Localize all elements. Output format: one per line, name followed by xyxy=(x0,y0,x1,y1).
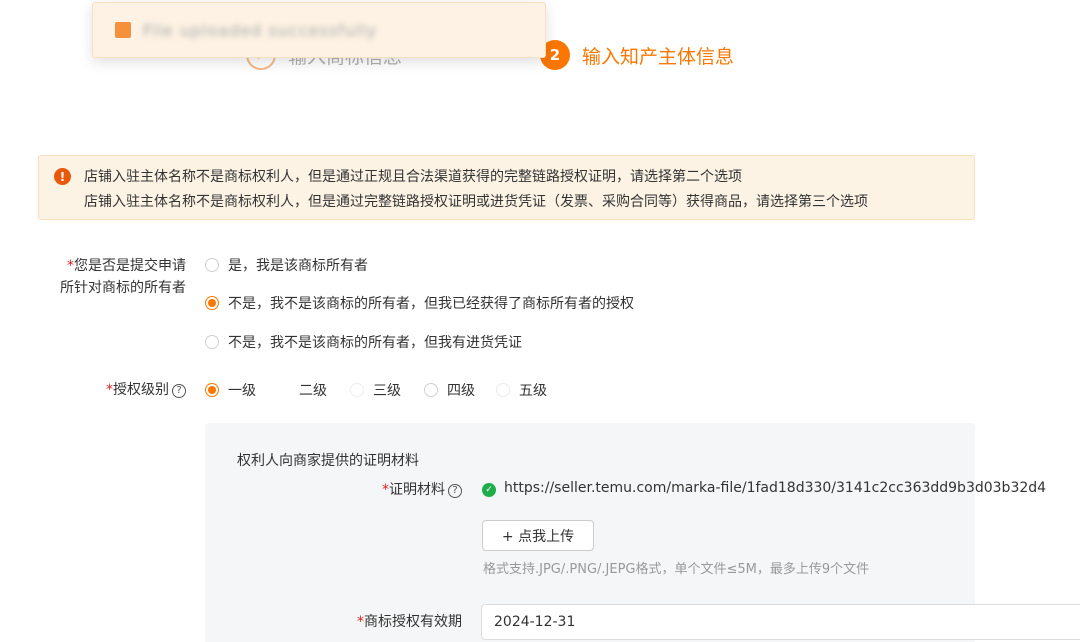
page: ✓ 输入商标信息 2 输入知产主体信息 File uploaded succes… xyxy=(0,0,1080,642)
validity-label: *商标授权有效期 xyxy=(330,611,462,633)
radio-label: 五级 xyxy=(519,383,547,399)
radio-label: 三级 xyxy=(373,383,401,399)
owner-question-line-2: 所针对商标的所有者 xyxy=(60,280,186,296)
radio-level-2[interactable]: 二级 xyxy=(276,380,327,400)
validity-label-text: 商标授权有效期 xyxy=(364,614,462,630)
proof-label-text: 证明材料 xyxy=(389,482,445,498)
proof-panel-title: 权利人向商家提供的证明材料 xyxy=(237,453,419,469)
auth-level-text: 授权级别 xyxy=(113,382,169,398)
toast-icon xyxy=(115,22,131,38)
radio-level-1[interactable]: 一级 xyxy=(205,380,256,400)
radio-label: 是，我是该商标所有者 xyxy=(228,258,368,274)
help-icon[interactable]: ? xyxy=(448,484,462,498)
step-2[interactable]: 2 输入知产主体信息 xyxy=(540,40,734,70)
radio-level-4[interactable]: 四级 xyxy=(424,380,475,400)
owner-question-label: *您是否是提交申请 所针对商标的所有者 xyxy=(46,255,186,299)
radio-dot xyxy=(276,383,290,397)
auth-level-label: *授权级别? xyxy=(94,379,186,401)
radio-label: 不是，我不是该商标的所有者，但我有进货凭证 xyxy=(228,335,522,351)
upload-hint: 格式支持.JPG/.PNG/.JEPG格式，单个文件≤5M，最多上传9个文件 xyxy=(483,562,870,577)
required-mark: * xyxy=(382,482,389,498)
radio-dot xyxy=(424,383,438,397)
radio-label: 二级 xyxy=(299,383,327,399)
radio-dot xyxy=(205,335,219,349)
step-2-label: 输入知产主体信息 xyxy=(582,45,735,68)
alert-line-2: 店铺入驻主体名称不是商标权利人，但是通过完整链路授权证明或进货凭证（发票、采购合… xyxy=(84,194,868,210)
help-icon[interactable]: ? xyxy=(172,384,186,398)
radio-level-5[interactable]: 五级 xyxy=(496,380,547,400)
radio-owner-authorized[interactable]: 不是，我不是该商标的所有者，但我已经获得了商标所有者的授权 xyxy=(205,293,634,313)
warning-alert: ! 店铺入驻主体名称不是商标权利人，但是通过正规且合法渠道获得的完整链路授权证明… xyxy=(38,155,975,220)
radio-dot xyxy=(205,296,219,310)
radio-label: 一级 xyxy=(228,383,256,399)
radio-owner-yes[interactable]: 是，我是该商标所有者 xyxy=(205,255,368,275)
success-check-icon: ✓ xyxy=(482,483,496,497)
required-mark: * xyxy=(357,614,364,630)
alert-line-1: 店铺入驻主体名称不是商标权利人，但是通过正规且合法渠道获得的完整链路授权证明，请… xyxy=(84,169,742,185)
proof-label: *证明材料? xyxy=(340,479,462,501)
radio-dot xyxy=(350,383,364,397)
toast-notification: File uploaded successfully xyxy=(92,2,546,58)
validity-date-input[interactable]: 2024-12-31 xyxy=(481,604,1080,640)
required-mark: * xyxy=(106,382,113,398)
radio-dot xyxy=(205,258,219,272)
radio-level-3[interactable]: 三级 xyxy=(350,380,401,400)
radio-dot xyxy=(496,383,510,397)
radio-label: 不是，我不是该商标的所有者，但我已经获得了商标所有者的授权 xyxy=(228,296,634,312)
required-mark: * xyxy=(67,258,74,274)
radio-label: 四级 xyxy=(447,383,475,399)
radio-owner-invoice[interactable]: 不是，我不是该商标的所有者，但我有进货凭证 xyxy=(205,332,522,352)
toast-text: File uploaded successfully xyxy=(143,20,378,40)
radio-dot xyxy=(205,383,219,397)
uploaded-file-link[interactable]: https://seller.temu.com/marka-file/1fad1… xyxy=(504,480,1046,496)
warning-icon: ! xyxy=(54,168,71,185)
owner-question-line-1: 您是否是提交申请 xyxy=(74,258,186,274)
upload-button[interactable]: + 点我上传 xyxy=(482,520,594,551)
